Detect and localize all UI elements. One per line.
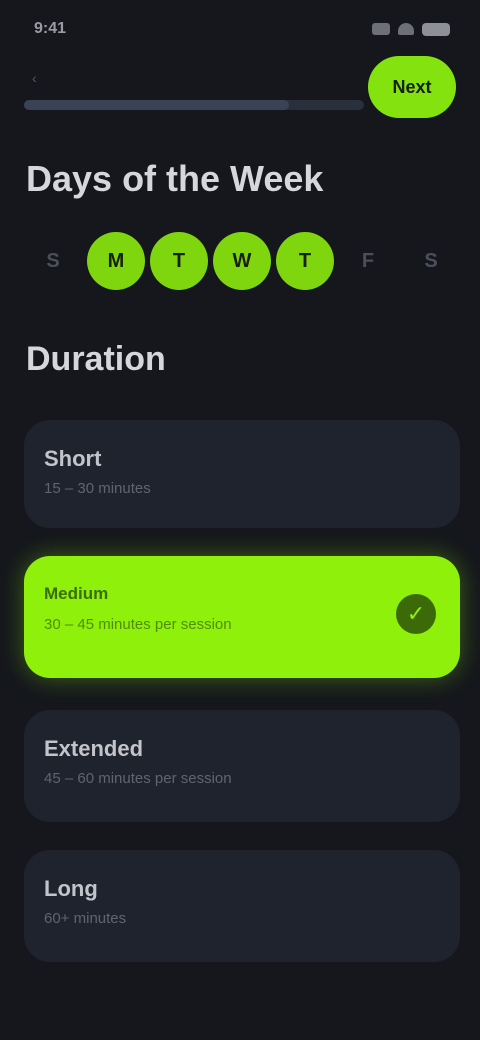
header: ‹ Next bbox=[24, 56, 456, 126]
wifi-icon bbox=[398, 23, 414, 35]
day-chip-friday[interactable]: F bbox=[339, 232, 397, 290]
day-chip-sunday[interactable]: S bbox=[24, 232, 82, 290]
option-title: Long bbox=[44, 876, 98, 901]
duration-title: Duration bbox=[26, 340, 166, 378]
option-title: Short bbox=[44, 446, 102, 471]
days-title: Days of the Week bbox=[26, 158, 324, 199]
next-button[interactable]: Next bbox=[368, 56, 456, 118]
option-title: Medium bbox=[44, 584, 109, 603]
progress-fill bbox=[24, 100, 290, 110]
check-icon: ✓ bbox=[396, 594, 436, 634]
duration-option-long[interactable]: Long 60+ minutes bbox=[24, 850, 460, 962]
option-subtitle: 45 – 60 minutes per session bbox=[44, 770, 232, 787]
duration-option-extended[interactable]: Extended 45 – 60 minutes per session bbox=[24, 710, 460, 822]
option-subtitle: 60+ minutes bbox=[44, 910, 127, 927]
option-subtitle: 30 – 45 minutes per session bbox=[44, 616, 232, 633]
battery-icon bbox=[422, 22, 450, 36]
day-chip-wednesday[interactable]: W bbox=[213, 232, 271, 290]
status-time: 9:41 bbox=[34, 20, 67, 37]
back-button[interactable]: ‹ bbox=[32, 70, 72, 90]
duration-option-short[interactable]: Short 15 – 30 minutes bbox=[24, 420, 460, 528]
option-subtitle: 15 – 30 minutes bbox=[44, 480, 151, 497]
signal-icon bbox=[372, 23, 390, 35]
progress-bar bbox=[24, 100, 364, 110]
day-chip-thursday[interactable]: T bbox=[276, 232, 334, 290]
status-bar: 9:41 bbox=[0, 0, 480, 54]
duration-option-medium[interactable]: Medium 30 – 45 minutes per session ✓ bbox=[24, 556, 460, 678]
days-row: S M T W T F S bbox=[24, 228, 460, 294]
option-title: Extended bbox=[44, 736, 144, 761]
status-icons bbox=[340, 20, 450, 38]
app-screen: 9:41 ‹ Next Days of the Week S M T W T F… bbox=[0, 0, 480, 1040]
day-chip-monday[interactable]: M bbox=[87, 232, 145, 290]
day-chip-saturday[interactable]: S bbox=[402, 232, 460, 290]
day-chip-tuesday[interactable]: T bbox=[150, 232, 208, 290]
